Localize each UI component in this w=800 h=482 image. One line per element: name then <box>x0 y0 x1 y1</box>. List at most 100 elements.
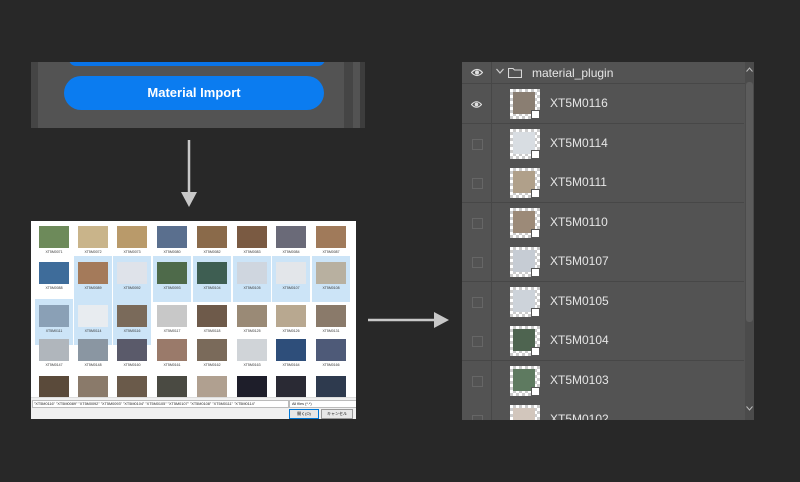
group-name: material_plugin <box>532 66 614 80</box>
plugin-panel: Material Import <box>31 62 365 128</box>
thumbnail-image <box>39 226 69 248</box>
thumbnail-caption: XT5M0126 <box>282 329 300 333</box>
smart-object-icon <box>531 228 540 238</box>
visibility-toggle[interactable] <box>472 296 483 308</box>
column-divider <box>491 123 492 163</box>
visibility-toggle[interactable] <box>472 178 483 189</box>
thumbnail-caption: XT5M0104 <box>203 286 221 290</box>
filename-input[interactable]: "XT5M0116" "XT5M0089" "XT5M0092" "XT5M00… <box>32 400 289 408</box>
visibility-toggle[interactable] <box>472 138 483 150</box>
layer-thumbnail <box>510 365 540 396</box>
thumbnail-image <box>78 262 108 284</box>
filetype-select[interactable]: All files (*.*) <box>289 400 356 408</box>
thumbnail-caption: XT5M0107 <box>282 286 300 290</box>
column-divider <box>491 84 492 123</box>
smart-object-icon <box>531 110 540 119</box>
visibility-toggle[interactable] <box>472 415 483 420</box>
layer-row[interactable]: XT5M0102 <box>462 400 744 420</box>
layer-group-row[interactable]: material_plugin <box>462 62 754 84</box>
layer-thumbnail <box>510 89 540 119</box>
thumbnail-caption: XT5M0073 <box>123 250 141 254</box>
layer-thumbnail <box>510 207 540 238</box>
thumbnail-caption: XT5M0117 <box>163 329 181 333</box>
column-divider <box>491 321 492 360</box>
thumbnail-image <box>157 305 187 327</box>
scroll-down-icon[interactable] <box>746 406 753 411</box>
thumbnail-caption: XT5M0114 <box>84 329 102 333</box>
thumbnail-image <box>276 305 306 327</box>
thumbnail-image <box>276 226 306 248</box>
thumbnail-caption: XT5M0108 <box>322 286 340 290</box>
thumbnail-image <box>39 305 69 327</box>
eye-icon[interactable] <box>471 99 482 110</box>
smart-object-icon <box>531 189 540 198</box>
thumbnail-image <box>39 376 69 398</box>
thumbnail-image <box>157 226 187 248</box>
smart-object-icon <box>531 149 540 159</box>
layer-thumbnail <box>510 168 540 198</box>
folder-icon <box>508 67 522 78</box>
layer-row[interactable]: XT5M0105 <box>462 281 744 322</box>
smart-object-icon <box>531 386 540 396</box>
smart-object-icon <box>531 307 540 317</box>
open-button[interactable]: 開く(O) <box>289 409 319 419</box>
panel-left-border <box>31 62 38 128</box>
thumbnail-image <box>39 262 69 284</box>
thumbnail-caption: XT5M0164 <box>282 363 300 367</box>
layer-row[interactable]: XT5M0103 <box>462 360 744 401</box>
previous-button-edge[interactable] <box>69 62 325 66</box>
thumbnail-caption: XT5M0071 <box>45 250 63 254</box>
layer-name: XT5M0107 <box>550 254 609 268</box>
thumbnail-image <box>316 305 346 327</box>
thumbnail-image <box>197 339 227 361</box>
layer-thumbnail <box>510 128 540 159</box>
layer-row[interactable]: XT5M0116 <box>462 84 744 124</box>
thumbnail-image <box>117 376 147 398</box>
scroll-up-icon[interactable] <box>746 67 753 72</box>
visibility-toggle[interactable] <box>472 375 483 387</box>
smart-object-icon <box>531 268 540 277</box>
thumbnail-image <box>197 226 227 248</box>
thumbnail-image <box>78 226 108 248</box>
thumbnail-caption: XT5M0083 <box>243 250 261 254</box>
thumbnail-caption: XT5M0105 <box>243 286 261 290</box>
layer-row[interactable]: XT5M0110 <box>462 202 744 243</box>
layer-photo <box>513 408 535 420</box>
thumbnail-caption: XT5M0166 <box>322 363 340 367</box>
visibility-toggle[interactable] <box>472 257 483 268</box>
thumbnail-image <box>237 376 267 398</box>
thumbnail-image <box>78 376 108 398</box>
thumbnail-caption: XT5M0111 <box>45 329 63 333</box>
material-import-button[interactable]: Material Import <box>64 76 324 110</box>
thumbnail-image <box>237 262 267 284</box>
thumbnail-caption: XT5M0088 <box>45 286 63 290</box>
cancel-button[interactable]: キャンセル <box>321 409 353 419</box>
layer-row[interactable]: XT5M0114 <box>462 123 744 164</box>
down-arrow-icon <box>181 140 197 207</box>
layer-row[interactable]: XT5M0104 <box>462 321 744 361</box>
thumbnail-caption: XT5M0162 <box>203 363 221 367</box>
thumbnail-image <box>316 376 346 398</box>
layer-thumbnail <box>510 405 540 420</box>
column-divider <box>491 163 492 202</box>
chevron-down-icon[interactable] <box>496 68 504 74</box>
eye-icon[interactable] <box>471 68 483 77</box>
thumbnail-caption: XT5M0087 <box>322 250 340 254</box>
thumbnail-caption: XT5M0160 <box>123 363 141 367</box>
thumbnail-image <box>117 262 147 284</box>
scrollbar-thumb[interactable] <box>746 82 753 322</box>
visibility-toggle[interactable] <box>472 217 483 229</box>
layer-row[interactable]: XT5M0107 <box>462 242 744 282</box>
thumbnail-caption: XT5M0148 <box>84 363 102 367</box>
thumbnail-image <box>316 262 346 284</box>
thumbnail-image <box>157 376 187 398</box>
thumbnail-image <box>316 226 346 248</box>
scrollbar[interactable] <box>745 62 754 420</box>
thumbnail-image <box>197 262 227 284</box>
layer-name: XT5M0102 <box>550 412 609 420</box>
layer-name: XT5M0110 <box>550 214 608 229</box>
visibility-toggle[interactable] <box>472 336 483 347</box>
thumbnail-image <box>237 339 267 361</box>
layer-row[interactable]: XT5M0111 <box>462 163 744 203</box>
thumbnail-image <box>39 339 69 361</box>
